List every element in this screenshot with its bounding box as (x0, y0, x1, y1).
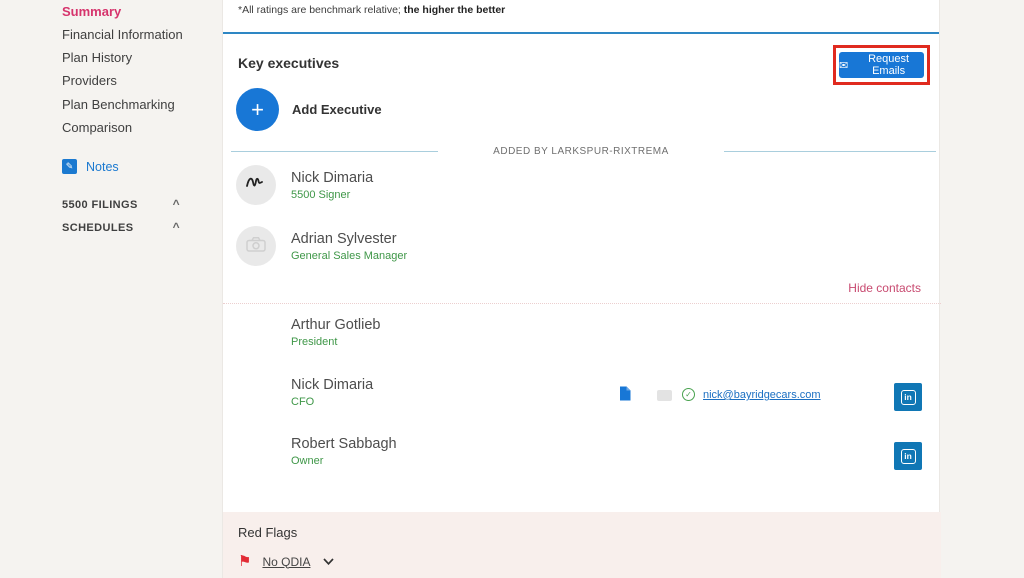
section-label: 5500 FILINGS (62, 199, 138, 211)
app-window: Summary Financial Information Plan Histo… (0, 0, 1024, 578)
collapse-caret-icon: ^ (173, 197, 180, 211)
main-panel: *All ratings are benchmark relative; the… (222, 0, 940, 578)
sidebar-item-plan-history[interactable]: Plan History (62, 50, 132, 65)
email-disabled-icon[interactable] (657, 390, 672, 401)
linkedin-button[interactable]: in (894, 383, 922, 411)
collapse-caret-icon: ^ (173, 220, 180, 234)
key-executives-title: Key executives (238, 55, 339, 71)
sidebar: Summary Financial Information Plan Histo… (0, 0, 222, 578)
contact-title: General Sales Manager (291, 250, 407, 262)
linkedin-button[interactable]: in (894, 442, 922, 470)
avatar (236, 165, 276, 205)
document-icon[interactable] (619, 386, 631, 406)
envelope-icon: ✉ (839, 59, 848, 72)
contact-name: Nick Dimaria (291, 377, 373, 393)
contact-title: 5500 Signer (291, 189, 350, 201)
no-qdia-link[interactable]: No QDIA (262, 555, 310, 569)
avatar (236, 226, 276, 266)
chevron-down-icon (323, 558, 334, 565)
hide-contacts-link[interactable]: Hide contacts (848, 281, 921, 295)
request-emails-label: Request Emails (853, 53, 924, 77)
sidebar-item-providers[interactable]: Providers (62, 73, 117, 88)
ratings-note-bold: the higher the better (404, 4, 506, 16)
contact-title: CFO (291, 396, 314, 408)
contact-email-link[interactable]: nick@bayridgecars.com (703, 389, 821, 401)
contact-name: Nick Dimaria (291, 170, 373, 186)
signature-icon (245, 175, 267, 196)
sidebar-item-summary[interactable]: Summary (62, 4, 121, 19)
add-executive-button[interactable]: + Add Executive (236, 88, 382, 131)
add-executive-label: Add Executive (292, 102, 382, 117)
notes-label: Notes (86, 160, 119, 174)
sidebar-item-notes[interactable]: ✎ Notes (62, 159, 119, 174)
contact-title: President (291, 336, 337, 348)
pencil-icon: ✎ (62, 159, 77, 174)
ratings-note-prefix: *All ratings are benchmark relative; (238, 4, 404, 16)
contact-name: Arthur Gotlieb (291, 317, 380, 333)
sidebar-item-comparison[interactable]: Comparison (62, 120, 132, 135)
linkedin-icon: in (901, 390, 916, 405)
plus-icon: + (236, 88, 279, 131)
red-flag-icon: ⚑ (238, 554, 251, 569)
section-separator (223, 303, 941, 304)
red-flags-title: Red Flags (238, 525, 297, 540)
contact-title: Owner (291, 455, 323, 467)
contact-name: Robert Sabbagh (291, 436, 397, 452)
verified-check-icon: ✓ (682, 388, 695, 401)
ratings-note: *All ratings are benchmark relative; the… (238, 4, 505, 16)
request-emails-button[interactable]: ✉ Request Emails (839, 52, 924, 78)
divider-line-right (724, 151, 936, 152)
sidebar-section-5500-filings[interactable]: 5500 FILINGS ^ (62, 199, 192, 211)
contact-name: Adrian Sylvester (291, 231, 397, 247)
section-label: SCHEDULES (62, 222, 133, 234)
sidebar-section-schedules[interactable]: SCHEDULES ^ (62, 222, 192, 234)
camera-icon (246, 236, 266, 257)
linkedin-icon: in (901, 449, 916, 464)
red-flag-row: ⚑ No QDIA (238, 554, 334, 569)
sidebar-item-plan-benchmarking[interactable]: Plan Benchmarking (62, 97, 175, 112)
red-flags-section: Red Flags ⚑ No QDIA (223, 512, 941, 578)
ratings-note-strip: *All ratings are benchmark relative; the… (223, 0, 939, 34)
sidebar-item-financial-information[interactable]: Financial Information (62, 27, 183, 42)
